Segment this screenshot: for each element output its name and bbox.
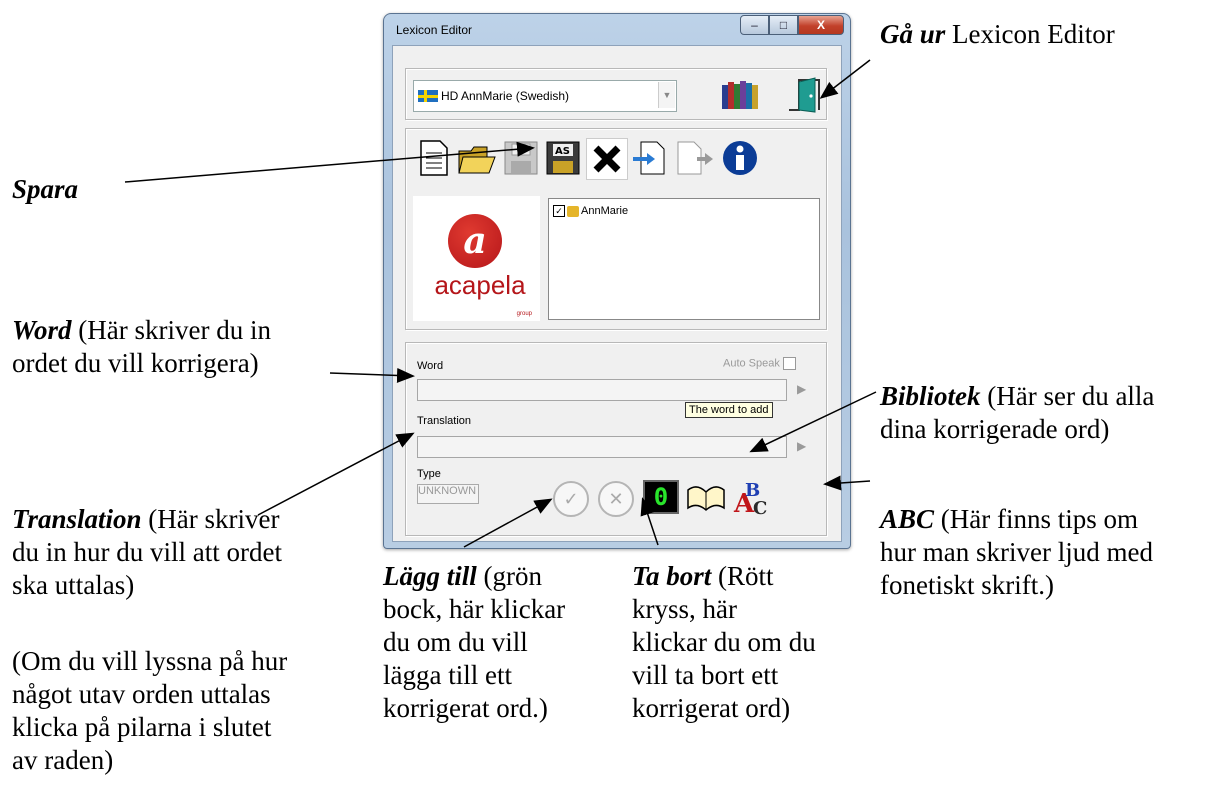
annotation-arrows	[124, 59, 877, 548]
arrow-abc	[823, 475, 871, 491]
arrow-save	[124, 141, 535, 183]
arrow-remove	[640, 497, 659, 546]
arrow-exit	[819, 59, 871, 99]
arrow-library	[749, 391, 877, 453]
arrow-add	[463, 498, 553, 548]
arrow-word	[329, 367, 415, 383]
arrow-translation	[257, 432, 415, 516]
